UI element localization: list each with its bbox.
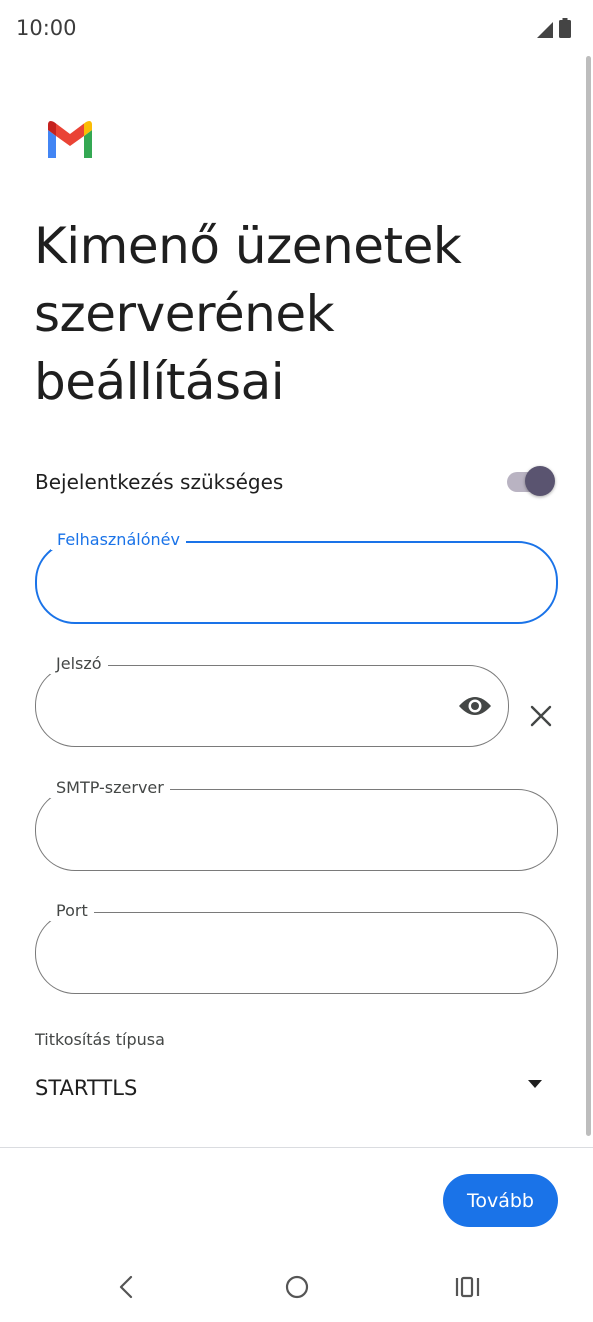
username-input[interactable] (59, 565, 496, 603)
page-title: Kimenő üzenetek szerverének beállításai (34, 217, 462, 411)
port-input[interactable] (58, 935, 497, 973)
encryption-value: STARTTLS (35, 1076, 138, 1100)
battery-icon (559, 18, 571, 43)
encryption-select[interactable]: STARTTLS (35, 1068, 549, 1108)
home-icon[interactable] (282, 1272, 312, 1302)
eye-icon[interactable] (458, 694, 492, 718)
smtp-server-field[interactable]: SMTP-szerver (35, 778, 558, 871)
password-field[interactable]: Jelszó (35, 654, 509, 747)
login-required-row: Bejelentkezés szükséges (35, 466, 557, 498)
login-required-label: Bejelentkezés szükséges (35, 470, 284, 494)
back-icon[interactable] (111, 1272, 141, 1302)
password-input[interactable] (58, 688, 448, 726)
recents-icon[interactable] (453, 1272, 483, 1302)
navigation-bar (0, 1250, 593, 1322)
smtp-server-label: SMTP-szerver (50, 778, 170, 798)
gmail-logo (44, 118, 96, 158)
port-field[interactable]: Port (35, 901, 558, 994)
footer-divider (0, 1147, 593, 1148)
password-label: Jelszó (50, 654, 108, 674)
toggle-thumb (525, 466, 555, 496)
next-button[interactable]: Tovább (443, 1174, 558, 1227)
smtp-server-input[interactable] (58, 812, 497, 850)
status-bar: 10:00 (0, 0, 593, 56)
port-label: Port (50, 901, 94, 921)
username-label: Felhasználónév (51, 530, 186, 550)
login-required-toggle[interactable] (505, 466, 557, 498)
dropdown-arrow-icon (528, 1076, 542, 1088)
signal-icon (537, 22, 553, 43)
status-time: 10:00 (16, 16, 77, 40)
close-icon[interactable] (529, 704, 553, 728)
scrollbar[interactable] (583, 56, 593, 1141)
status-icons (537, 18, 571, 43)
encryption-label: Titkosítás típusa (35, 1030, 165, 1049)
username-field[interactable]: Felhasználónév (35, 530, 558, 624)
scrollbar-thumb[interactable] (586, 56, 591, 1136)
